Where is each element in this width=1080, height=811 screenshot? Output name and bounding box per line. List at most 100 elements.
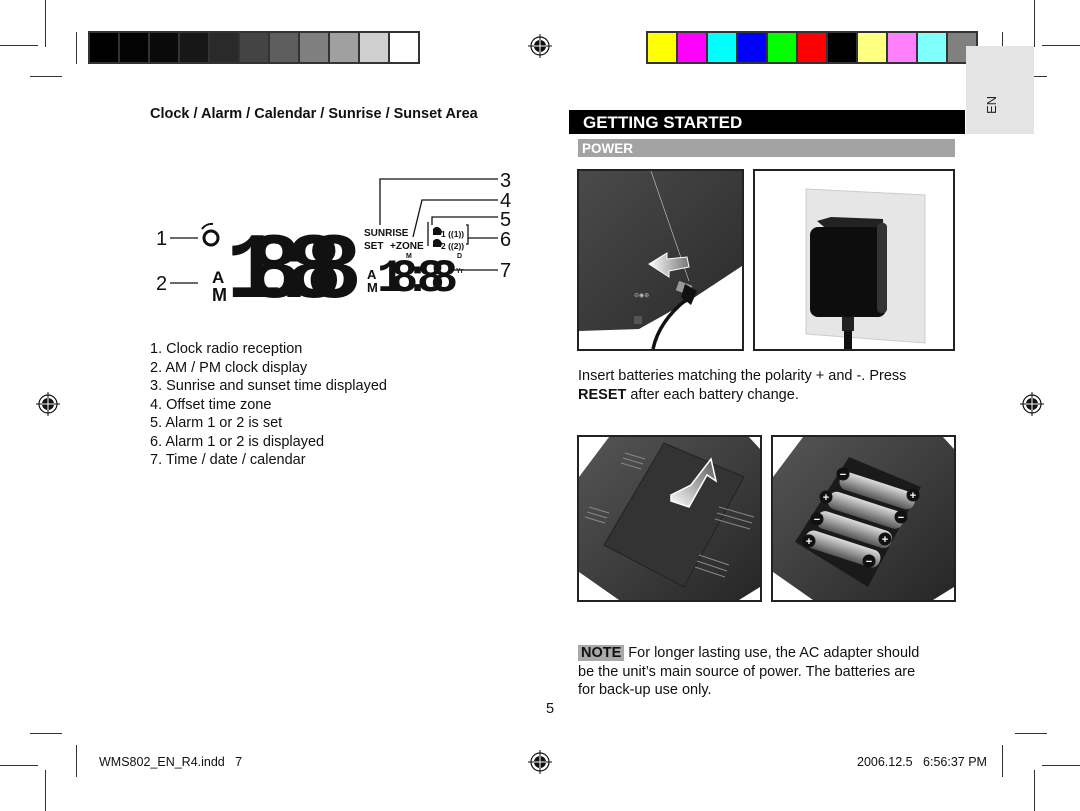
svg-text:−: − (898, 512, 904, 524)
gray-swatch (330, 33, 358, 62)
callout-6: 6 (500, 229, 511, 251)
section-title: GETTING STARTED (569, 110, 965, 134)
color-swatch (918, 33, 946, 62)
main-time-digits: 18:88 (226, 220, 358, 315)
clock-area-heading: Clock / Alarm / Calendar / Sunrise / Sun… (150, 106, 478, 122)
crop-mark (1002, 745, 1003, 777)
color-swatch (888, 33, 916, 62)
svg-text:−: − (866, 556, 872, 568)
svg-text:⊖◉⊕: ⊖◉⊕ (634, 293, 649, 299)
svg-text:+: + (882, 534, 888, 546)
feature-list-item: 5. Alarm 1 or 2 is set (150, 415, 283, 431)
svg-text:+: + (823, 492, 829, 504)
callout-1: 1 (156, 228, 167, 250)
battery-compartment-photo: − + + − − + + − (771, 435, 956, 602)
language-tab-label: EN (984, 95, 999, 114)
crop-mark (0, 45, 38, 46)
zone-label: +ZONE (390, 241, 424, 252)
year-label: Yr (456, 268, 464, 275)
footer-filename: WMS802_EN_R4.indd 7 (99, 755, 243, 769)
crop-mark (1042, 45, 1080, 46)
feature-list-item: 7. Time / date / calendar (150, 452, 306, 468)
language-tab: EN (966, 46, 1034, 134)
color-swatch (798, 33, 826, 62)
gray-swatch (360, 33, 388, 62)
battery-instruction: Insert batteries matching the polarity +… (578, 367, 958, 404)
crop-mark (0, 765, 38, 766)
feature-list-item: 1. Clock radio reception (150, 341, 303, 357)
subsection-title: POWER (578, 139, 955, 157)
grayscale-calibration-bar (88, 31, 420, 64)
svg-text:−: − (840, 469, 846, 481)
color-swatch (828, 33, 856, 62)
registration-mark-icon (1020, 392, 1044, 416)
lcd-display-diagram: 1 2 3 4 5 6 7 A M 18:88 SUNRISE SET +ZON… (156, 170, 511, 315)
crop-mark (1042, 765, 1080, 766)
small-time-digits: 18:88 (377, 253, 456, 305)
crop-mark (1015, 733, 1047, 734)
color-swatch (678, 33, 706, 62)
gray-swatch (210, 33, 238, 62)
radio-reception-icon (201, 222, 220, 247)
callout-7: 7 (500, 260, 511, 282)
svg-text:−: − (814, 514, 820, 526)
registration-mark-icon (36, 392, 60, 416)
crop-mark (76, 745, 77, 777)
registration-mark-icon (528, 34, 552, 58)
crop-mark (1034, 0, 1035, 47)
crop-mark (1034, 770, 1035, 811)
battery-instruction-line-1: Insert batteries matching the polarity +… (578, 368, 907, 384)
callout-3: 3 (500, 170, 511, 192)
feature-list-item: 3. Sunrise and sunset time displayed (150, 378, 387, 394)
note-text-2: be the unit’s main source of power. The … (578, 663, 916, 680)
callout-2: 2 (156, 273, 167, 295)
power-jack-label-icon: ⊖◉⊕ (634, 293, 649, 299)
feature-list-item: 4. Offset time zone (150, 396, 272, 413)
color-swatch (858, 33, 886, 62)
feature-list-item: 2. AM / PM clock display (150, 359, 308, 376)
crop-mark (45, 0, 46, 47)
note-badge: NOTE (578, 645, 625, 661)
registration-mark-icon (528, 750, 552, 774)
battery-cover-photo (577, 435, 762, 602)
gray-swatch (180, 33, 208, 62)
color-swatch (768, 33, 796, 62)
feature-list: 1. Clock radio reception 2. AM / PM clock… (150, 340, 387, 470)
battery-instruction-line-2: RESET after each battery change. (578, 386, 958, 405)
ac-adapter-photo (753, 169, 955, 351)
crop-mark (76, 32, 77, 64)
gray-swatch (90, 33, 118, 62)
set-label: SET (364, 241, 383, 252)
sunrise-label: SUNRISE (364, 228, 409, 239)
crop-mark (30, 733, 62, 734)
footer-timestamp: 2006.12.5 6:56:37 PM (857, 755, 987, 769)
svg-text:+: + (806, 536, 812, 548)
note-paragraph: NOTE For longer lasting use, the AC adap… (578, 644, 963, 700)
page-number: 5 (546, 701, 555, 717)
note-text-3: for back-up use only. (578, 682, 712, 698)
color-swatch (648, 33, 676, 62)
power-jack-photo: ⊖◉⊕ (577, 169, 744, 351)
day-label: D (457, 253, 462, 260)
battery-instruction-tail: after each battery change. (626, 386, 799, 403)
m-indicator: M (212, 285, 227, 305)
gray-swatch (240, 33, 268, 62)
color-swatch (708, 33, 736, 62)
gray-swatch (270, 33, 298, 62)
svg-text:+: + (910, 490, 916, 502)
reset-keyword: RESET (578, 386, 627, 403)
alarm2-label: 2 ((2)) (441, 241, 464, 251)
note-line-1: NOTE For longer lasting use, the AC adap… (578, 644, 963, 663)
callout-5: 5 (500, 209, 511, 231)
gray-swatch (150, 33, 178, 62)
note-text-1: For longer lasting use, the AC adapter s… (624, 645, 920, 661)
feature-list-item: 6. Alarm 1 or 2 is displayed (150, 433, 325, 450)
crop-mark (30, 76, 62, 77)
color-calibration-bar (646, 31, 978, 64)
crop-mark (45, 770, 46, 811)
gray-swatch (120, 33, 148, 62)
color-swatch (738, 33, 766, 62)
alarm1-label: 1 ((1)) (441, 229, 464, 239)
gray-swatch (390, 33, 418, 62)
gray-swatch (300, 33, 328, 62)
